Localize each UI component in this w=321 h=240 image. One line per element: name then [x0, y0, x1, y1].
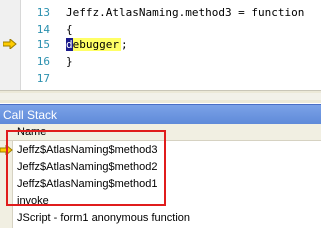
- current-execution-line: 15 debugger;: [0, 36, 321, 53]
- frame-name: JScript - form1 anonymous function: [17, 212, 191, 224]
- current-statement-highlight: debugger: [66, 38, 121, 51]
- line-number: 17: [36, 72, 50, 85]
- statement-text: ebugger: [72, 38, 119, 51]
- cursor-selection: d: [66, 38, 73, 51]
- code-editor[interactable]: 13 Jeffz.AtlasNaming.method3 = function …: [0, 0, 321, 90]
- annotation-highlight-box: [6, 130, 166, 206]
- execution-pointer-icon: [3, 39, 17, 49]
- code-text: debugger;: [66, 36, 128, 53]
- line-number: 16: [36, 55, 50, 68]
- call-stack-row[interactable]: JScript - form1 anonymous function: [0, 210, 321, 227]
- scrollbar-track[interactable]: [0, 93, 321, 100]
- line-number: 15: [36, 38, 50, 51]
- code-line: 17: [0, 70, 321, 87]
- code-line: 16 }: [0, 53, 321, 70]
- call-stack-title-bar[interactable]: Call Stack: [0, 104, 321, 124]
- horizontal-scrollbar[interactable]: [0, 90, 321, 103]
- code-text: }: [66, 55, 73, 68]
- statement-terminator: ;: [120, 38, 128, 51]
- line-number: 13: [36, 6, 50, 19]
- code-text: Jeffz.AtlasNaming.method3 = function: [66, 6, 305, 19]
- code-line: 13 Jeffz.AtlasNaming.method3 = function: [0, 4, 321, 21]
- panel-title: Call Stack: [3, 108, 58, 122]
